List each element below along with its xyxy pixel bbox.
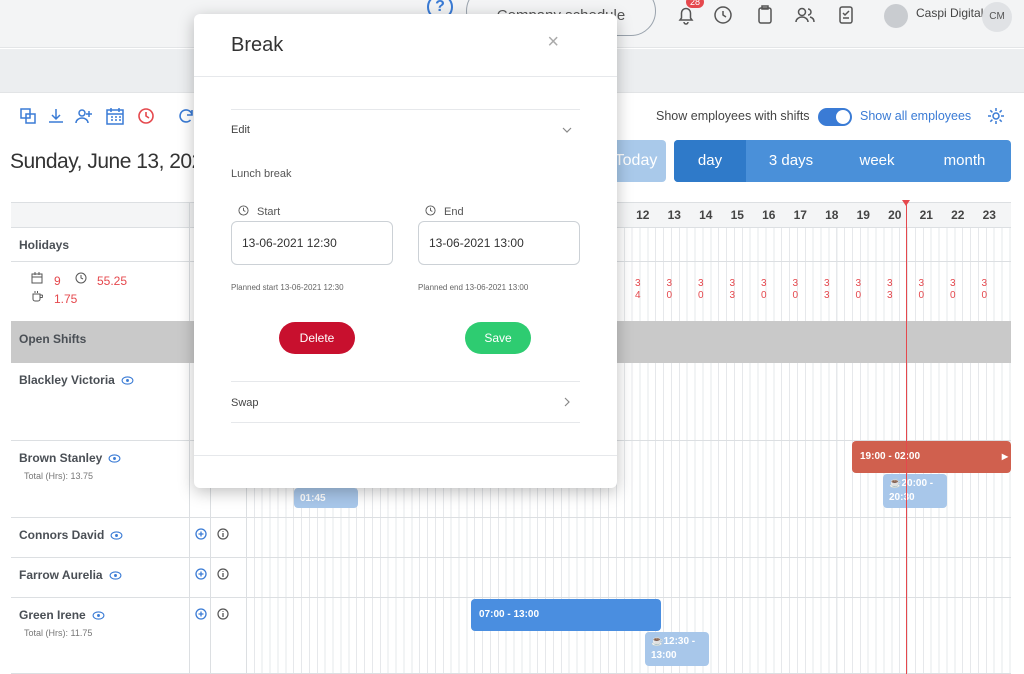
view-tabs: day 3 days week month [674,140,1011,182]
divider [194,76,617,77]
current-time-marker [902,200,910,206]
eye-icon[interactable] [109,571,122,580]
summary-shifts: 9 [54,274,61,288]
employee-total-hours: Total (Hrs): 13.75 [24,471,94,481]
employees-toggle[interactable] [818,108,852,126]
hour-label: 16 [762,208,776,222]
hour-label: 12 [636,208,650,222]
gear-icon[interactable] [986,106,1006,126]
add-shift-icon[interactable] [195,528,207,540]
add-shift-icon[interactable] [195,568,207,580]
employee-name[interactable]: Farrow Aurelia [19,568,122,582]
break-type-label: Lunch break [231,168,292,180]
employee-name[interactable]: Green Irene [19,608,105,622]
clock-icon [238,205,249,216]
coffee-icon: ☕ [889,478,902,489]
add-user-icon[interactable] [74,106,94,126]
swap-section-toggle[interactable]: Swap [231,397,259,409]
save-button[interactable]: Save [465,322,531,354]
shift-time: 19:00 - 02:00 [860,451,921,462]
break-chip-prev[interactable]: 01:45 [294,488,358,508]
delete-button[interactable]: Delete [279,322,355,354]
divider [231,109,580,110]
add-shift-icon[interactable] [195,608,207,620]
copy-icon[interactable] [18,106,38,126]
employee-name[interactable]: Blackley Victoria [19,373,134,387]
hour-label: 15 [730,208,744,222]
coffee-icon: ☕ [651,636,664,647]
show-all-employees-label[interactable]: Show all employees [860,109,971,123]
divider [231,381,580,382]
clock-icon [425,205,436,216]
planned-start-text: Planned start 13-06-2021 12:30 [231,283,344,292]
employee-total-hours: Total (Hrs): 11.75 [24,628,93,638]
info-icon[interactable] [217,568,229,580]
divider [194,455,617,456]
clock-alert-icon[interactable] [136,106,156,126]
employee-name[interactable]: Brown Stanley [19,451,121,465]
chevron-down-icon[interactable] [561,124,573,136]
tab-3-days[interactable]: 3 days [746,140,836,182]
coffee-icon [32,291,43,302]
planned-end-text: Planned end 13-06-2021 13:00 [418,283,529,292]
end-label: End [425,205,464,218]
users-icon[interactable] [793,3,817,27]
calendar-small-icon [31,272,43,284]
eye-icon[interactable] [121,376,134,385]
hour-label: 17 [793,208,807,222]
open-shifts-label: Open Shifts [19,332,87,346]
show-employees-with-shifts-label: Show employees with shifts [656,109,810,123]
tab-month[interactable]: month [918,140,1011,182]
holidays-label: Holidays [19,238,70,252]
break-chip-brown[interactable]: ☕20:00 - 20:30 [883,474,947,508]
hour-label: 21 [919,208,933,222]
break-modal: Break × Edit Lunch break Start End Plann… [194,14,617,488]
notification-badge: 28 [686,0,705,8]
eye-icon[interactable] [108,454,121,463]
hour-label: 18 [825,208,839,222]
employee-name[interactable]: Connors David [19,528,123,542]
info-icon[interactable] [217,608,229,620]
clipboard-icon[interactable] [753,3,777,27]
edit-section-toggle[interactable]: Edit [231,124,250,136]
chevron-right-icon[interactable] [561,396,573,408]
modal-title: Break [231,34,284,56]
hour-label: 13 [667,208,681,222]
break-time: 01:45 [300,493,326,504]
tab-day[interactable]: day [674,140,746,182]
user-avatar[interactable] [884,4,908,28]
eye-icon[interactable] [110,531,123,540]
employee-row: Farrow Aurelia [11,558,1011,598]
close-icon[interactable]: × [547,31,559,54]
shift-block-brown[interactable]: 19:00 - 02:00 ▶ [852,441,1011,473]
download-icon[interactable] [46,106,66,126]
clock-icon[interactable] [711,3,735,27]
end-datetime-input[interactable] [418,221,580,265]
current-time-line [906,202,907,674]
summary-hours: 55.25 [97,274,128,288]
start-datetime-input[interactable] [231,221,393,265]
clock-small-icon [75,272,87,284]
hour-label: 23 [982,208,996,222]
summary-breaks: 1.75 [54,292,78,306]
divider [231,422,580,423]
hour-label: 22 [951,208,965,222]
shift-time: 07:00 - 13:00 [479,609,540,620]
tab-week[interactable]: week [836,140,918,182]
user-initials[interactable]: CM [982,2,1012,32]
hour-label: 14 [699,208,713,222]
checklist-icon[interactable] [834,3,858,27]
eye-icon[interactable] [92,611,105,620]
break-chip-green[interactable]: ☕12:30 - 13:00 [645,632,709,666]
info-icon[interactable] [217,528,229,540]
arrow-right-icon: ▶ [1001,452,1008,461]
current-date: Sunday, June 13, 2021 [10,150,214,173]
hour-label: 19 [856,208,870,222]
employee-row: Connors David [11,518,1011,558]
shift-block-green[interactable]: 07:00 - 13:00 [471,599,661,631]
refresh-icon[interactable] [176,106,196,126]
calendar-icon[interactable] [105,106,125,126]
start-label: Start [238,205,280,218]
user-name[interactable]: Caspi Digital [916,6,983,20]
